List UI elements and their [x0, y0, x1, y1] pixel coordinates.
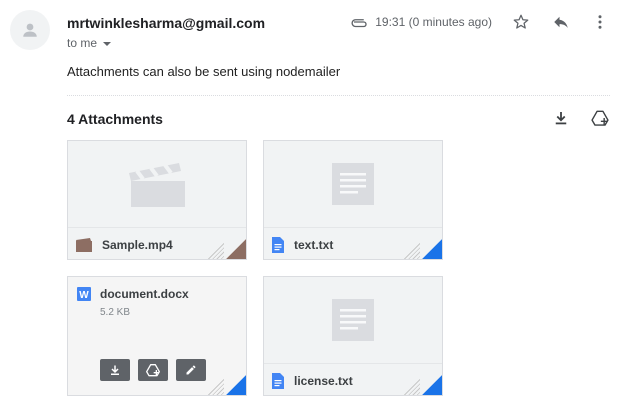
- person-icon: [23, 23, 37, 37]
- attachment-card-word[interactable]: W document.docx 5.2 KB: [67, 276, 247, 396]
- attachment-card-text[interactable]: license.txt: [263, 276, 443, 396]
- save-to-drive-button[interactable]: [138, 359, 168, 381]
- attachments-title: 4 Attachments: [67, 111, 163, 127]
- avatar[interactable]: [10, 10, 50, 50]
- sender-email: mrtwinklesharma@gmail.com: [67, 15, 266, 31]
- paperclip-icon: [351, 19, 367, 28]
- recipient-label: to me: [67, 36, 98, 50]
- video-icon: [76, 237, 92, 252]
- fold-shadow: [206, 377, 224, 395]
- attachment-preview: [264, 277, 442, 363]
- file-type-corner: [226, 375, 246, 395]
- star-icon[interactable]: [511, 12, 531, 32]
- attachment-preview: [68, 141, 246, 227]
- pencil-icon: [186, 365, 196, 375]
- download-button[interactable]: [100, 359, 130, 381]
- message-meta: 19:31 (0 minutes ago): [351, 15, 492, 29]
- divider: [67, 95, 610, 96]
- add-to-drive-icon[interactable]: [590, 108, 610, 128]
- add-to-drive-icon: [146, 364, 160, 377]
- message-body: Attachments can also be sent using nodem…: [67, 64, 341, 79]
- attachment-preview: [264, 141, 442, 227]
- more-options-icon[interactable]: [590, 12, 610, 32]
- attachment-card-text[interactable]: text.txt: [263, 140, 443, 260]
- recipient-details[interactable]: to me: [67, 36, 112, 50]
- clapperboard-icon: [129, 163, 185, 207]
- doc-icon: [272, 236, 284, 253]
- file-type-corner: [422, 375, 442, 395]
- attachment-size: 5.2 KB: [100, 307, 131, 318]
- attachment-name: text.txt: [294, 237, 334, 252]
- document-preview-icon: [332, 299, 374, 341]
- attachment-name: document.docx: [100, 287, 189, 301]
- file-type-corner: [226, 239, 246, 259]
- download-icon: [111, 365, 119, 375]
- svg-text:W: W: [79, 290, 89, 301]
- word-icon: W: [77, 287, 91, 301]
- attachment-name: Sample.mp4: [102, 237, 173, 252]
- document-preview-icon: [332, 163, 374, 205]
- edit-button[interactable]: [176, 359, 206, 381]
- download-all-icon[interactable]: [551, 108, 571, 128]
- reply-icon[interactable]: [551, 12, 571, 32]
- file-type-corner: [422, 239, 442, 259]
- message-time: 19:31 (0 minutes ago): [375, 15, 492, 29]
- chevron-down-icon[interactable]: [103, 41, 112, 46]
- attachment-card-video[interactable]: Sample.mp4: [67, 140, 247, 260]
- doc-icon: [272, 372, 284, 389]
- attachment-name: license.txt: [294, 373, 353, 388]
